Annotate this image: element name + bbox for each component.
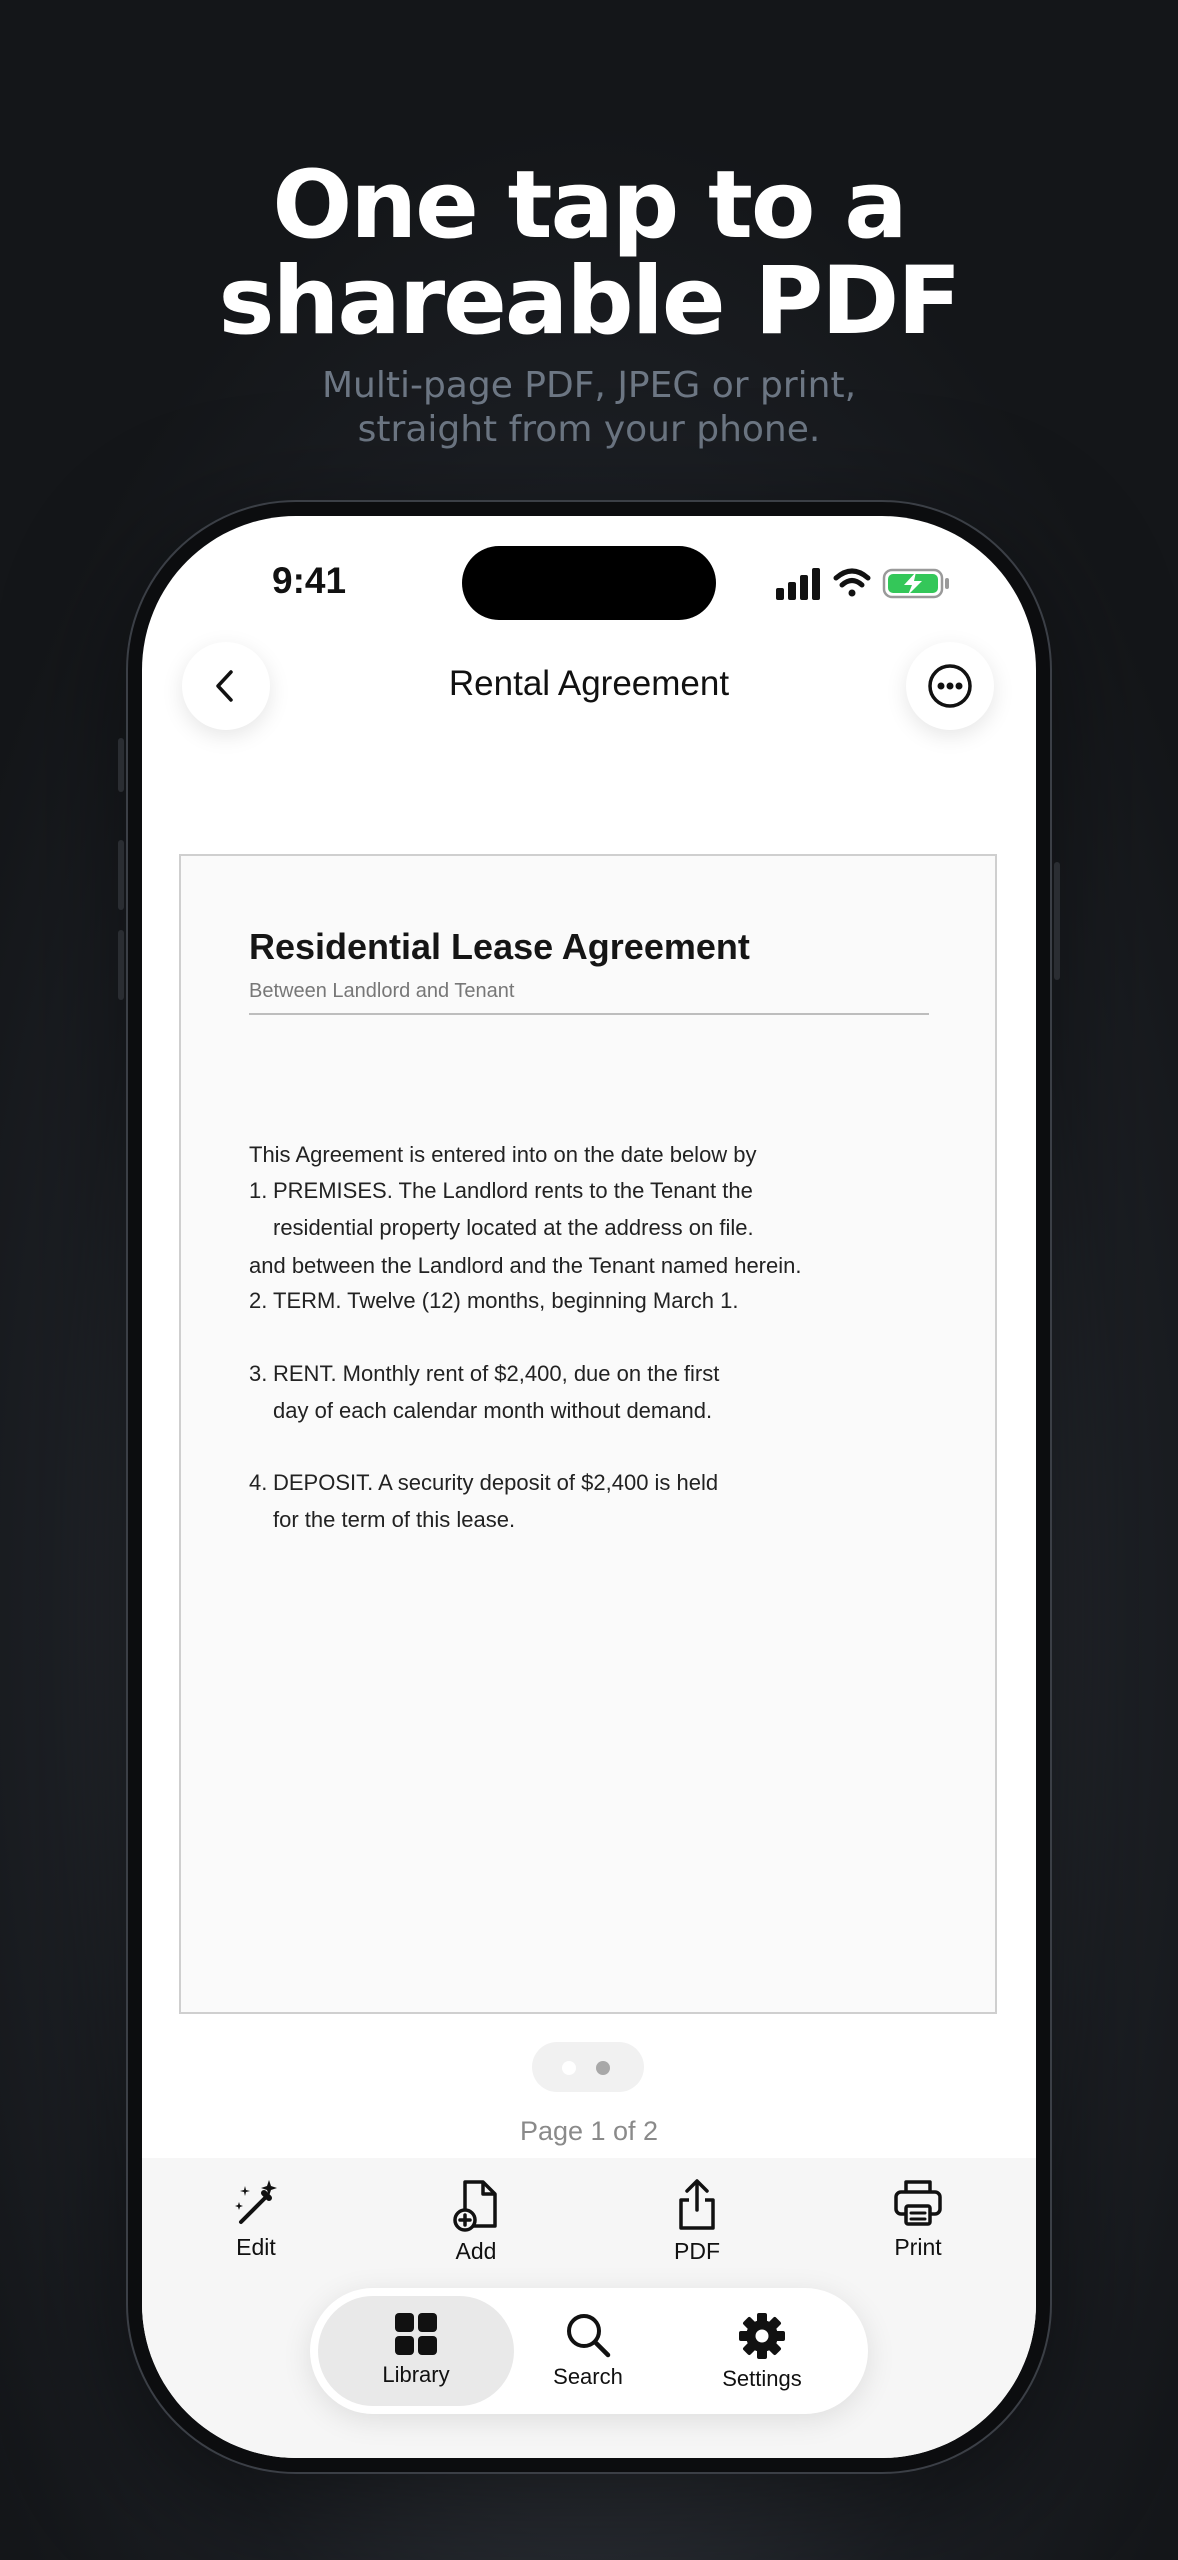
print-button[interactable]: Print [848, 2178, 988, 2261]
hero-headline-line-1: One tap to a [272, 151, 907, 260]
clause-deposit: 4. DEPOSIT. A security deposit of $2,400 … [249, 1464, 718, 1538]
document-page[interactable]: Residential Lease Agreement Between Land… [179, 854, 997, 2014]
tab-search[interactable]: Search [490, 2296, 686, 2406]
document-intro-line-2: and between the Landlord and the Tenant … [249, 1253, 802, 1278]
cellular-signal-icon [776, 568, 820, 600]
document-title: Residential Lease Agreement [249, 926, 750, 967]
gear-icon [739, 2313, 785, 2359]
more-options-button[interactable] [906, 642, 994, 730]
tab-settings[interactable]: Settings [664, 2296, 860, 2406]
clause-line: DEPOSIT. A security deposit of $2,400 is… [273, 1470, 719, 1495]
tab-library-label: Library [382, 2362, 450, 2387]
status-time: 9:41 [272, 560, 347, 601]
tab-bar: Library Search Settings [310, 2288, 868, 2414]
clause-line: RENT. Monthly rent of $2,400, due on the… [273, 1361, 720, 1386]
document-intro-line-1: This Agreement is entered into on the da… [249, 1142, 757, 1167]
clause-number: 2. [249, 1288, 268, 1313]
ellipsis-circle-icon [928, 664, 972, 708]
clause-number: 1. [249, 1178, 268, 1203]
tab-library[interactable]: Library [318, 2296, 514, 2406]
hero-subline-line-1: Multi-page PDF, JPEG or print, [321, 365, 857, 406]
page-dot-2[interactable] [596, 2061, 610, 2075]
hero-subline-line-2: straight from your phone. [357, 409, 821, 450]
dynamic-island [462, 546, 716, 620]
phone-volume-up-button [118, 840, 124, 910]
pdf-label: PDF [674, 2238, 720, 2264]
phone-action-button [118, 738, 124, 792]
hero-subline: Multi-page PDF, JPEG or print, straight … [0, 364, 1178, 452]
tab-settings-label: Settings [722, 2366, 802, 2391]
clause-premises: 1. PREMISES. The Landlord rents to the Te… [249, 1172, 754, 1246]
clause-line: TERM. Twelve (12) months, beginning Marc… [273, 1288, 739, 1313]
clause-rent: 3. RENT. Monthly rent of $2,400, due on t… [249, 1355, 719, 1429]
phone-power-button [1054, 862, 1060, 980]
phone-volume-down-button [118, 930, 124, 1000]
share-icon [679, 2179, 715, 2230]
add-label: Add [455, 2238, 497, 2264]
page-title: Rental Agreement [448, 664, 730, 703]
clause-line: PREMISES. The Landlord rents to the Tena… [273, 1178, 753, 1203]
print-label: Print [894, 2234, 942, 2260]
clause-line: day of each calendar month without deman… [273, 1398, 713, 1423]
clause-number: 4. [249, 1470, 268, 1495]
clause-line: residential property located at the addr… [273, 1215, 754, 1240]
page-count-label: Page 1 of 2 [519, 2116, 659, 2146]
magnifier-icon [567, 2314, 611, 2358]
status-icons [776, 568, 949, 600]
edit-label: Edit [236, 2234, 276, 2260]
battery-charging-icon [882, 568, 949, 599]
printer-icon [894, 2180, 942, 2226]
clause-line: for the term of this lease. [273, 1507, 516, 1532]
add-document-icon [453, 2180, 497, 2232]
hero-headline: One tap to a shareable PDF [0, 158, 1178, 350]
page-indicator[interactable] [532, 2042, 644, 2092]
page-dot-1[interactable] [562, 2061, 576, 2075]
clause-number: 3. [249, 1361, 268, 1386]
clause-term: 2. TERM. Twelve (12) months, beginning Ma… [249, 1282, 738, 1319]
add-button[interactable]: Add [406, 2178, 546, 2265]
document-subtitle: Between Landlord and Tenant [249, 980, 515, 1002]
grid-icon [395, 2313, 437, 2355]
magic-wand-icon [235, 2180, 277, 2224]
hero-headline-line-2: shareable PDF [218, 247, 962, 356]
document-divider [249, 1013, 929, 1015]
pdf-export-button[interactable]: PDF [627, 2178, 767, 2265]
edit-button[interactable]: Edit [186, 2178, 326, 2261]
phone-screen: 9:41 Rental Agreement Residential Lease … [142, 516, 1036, 2458]
wifi-icon [833, 568, 871, 597]
tab-search-label: Search [553, 2364, 623, 2389]
